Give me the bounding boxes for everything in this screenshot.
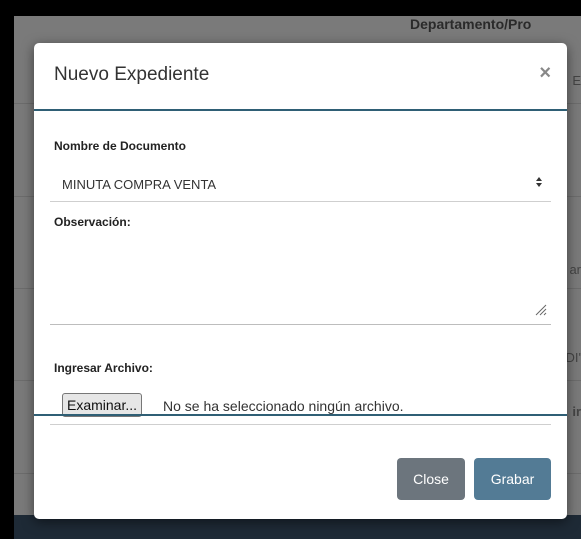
file-upload-label: Ingresar Archivo:: [54, 361, 153, 375]
file-upload-field: Examinar... No se ha seleccionado ningún…: [50, 388, 551, 425]
document-name-label: Nombre de Documento: [54, 139, 187, 153]
background-cell-text: E: [572, 73, 581, 88]
background-column-header: Departamento/Pro: [410, 16, 532, 32]
new-expediente-modal: Nuevo Expediente × Nombre de Documento M…: [34, 43, 567, 519]
observation-textarea[interactable]: [50, 220, 551, 325]
file-status-text: No se ha seleccionado ningún archivo.: [163, 398, 404, 414]
background-cell-text: DI': [565, 350, 581, 365]
modal-title: Nuevo Expediente: [54, 64, 210, 85]
modal-header: Nuevo Expediente ×: [34, 43, 567, 111]
close-button[interactable]: Close: [397, 458, 465, 500]
modal-footer-divider: [34, 414, 567, 416]
close-icon[interactable]: ×: [539, 63, 551, 83]
background-cell-text: ir: [572, 404, 581, 419]
document-name-selected-value: MINUTA COMPRA VENTA: [62, 177, 217, 192]
document-name-select[interactable]: MINUTA COMPRA VENTA: [50, 167, 551, 202]
save-button[interactable]: Grabar: [474, 458, 551, 500]
background-cell-text: ar: [569, 262, 581, 277]
select-arrow-icon: [535, 176, 543, 191]
resize-handle-icon[interactable]: [533, 302, 547, 321]
